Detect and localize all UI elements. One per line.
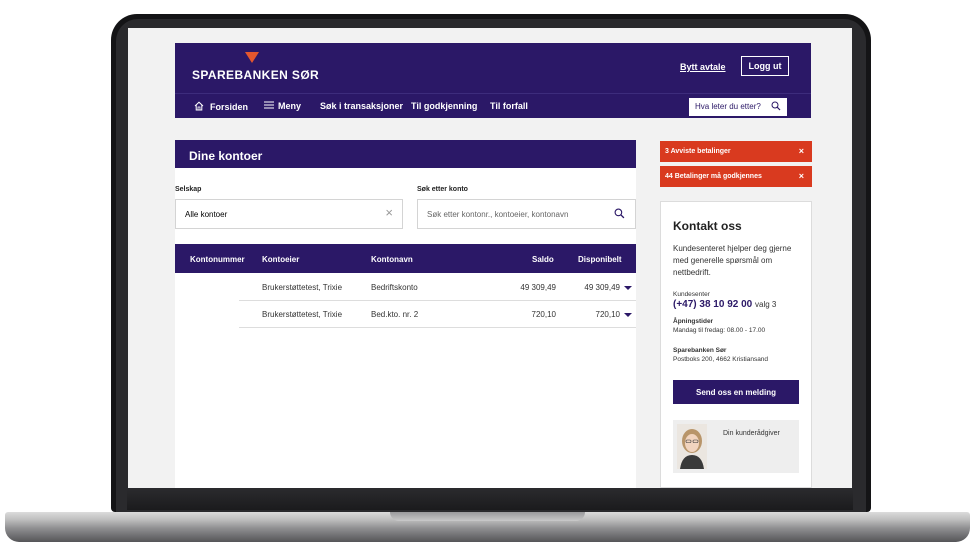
col-saldo[interactable]: Saldo	[532, 255, 554, 264]
hamburger-icon	[264, 101, 274, 109]
account-search-label: Søk etter konto	[417, 186, 468, 193]
nav-item-forsiden[interactable]: Forsiden	[194, 101, 248, 112]
laptop-chin	[127, 488, 853, 510]
cell-saldo: 720,10	[531, 310, 556, 319]
cell-kontoeier: Brukerstøttetest, Trixie	[262, 283, 343, 292]
phone-value: (+47) 38 10 92 00	[673, 299, 753, 310]
table-row[interactable]: Brukerstøttetest, Trixie Bed.kto. nr. 2 …	[239, 301, 636, 328]
laptop-scene: SPAREBANKEN SØR Bytt avtale Logg ut Fors…	[0, 0, 975, 559]
logo[interactable]: SPAREBANKEN SØR	[192, 68, 319, 82]
page-title: Dine kontoer	[175, 140, 636, 168]
hours-label: Åpningstider	[673, 318, 714, 325]
account-search-input[interactable]: Søk etter kontonr., kontoeier, kontonavn	[417, 199, 636, 229]
nav-label: Forsiden	[210, 102, 249, 112]
nav-item-meny[interactable]: Meny	[264, 101, 301, 111]
cell-disponibelt-value: 49 309,49	[584, 283, 620, 292]
contact-title: Kontakt oss	[673, 219, 742, 233]
close-icon[interactable]: ×	[799, 171, 804, 181]
nav-item-sok-transaksjoner[interactable]: Søk i transaksjoner	[320, 101, 403, 111]
search-icon[interactable]	[771, 101, 781, 111]
nav-item-til-godkjenning[interactable]: Til godkjenning	[411, 101, 477, 111]
phone-number[interactable]: (+47) 38 10 92 00 valg 3	[673, 299, 776, 310]
global-search-placeholder: Hva leter du etter?	[695, 102, 761, 111]
alert-avviste-betalinger[interactable]: 3 Avviste betalinger ×	[660, 141, 812, 162]
selskap-label: Selskap	[175, 186, 202, 193]
global-search-input[interactable]: Hva leter du etter?	[689, 98, 787, 116]
nav-item-til-forfall[interactable]: Til forfall	[490, 101, 528, 111]
main-nav: Forsiden Meny Søk i transaksjoner Til go…	[175, 93, 811, 118]
clear-icon[interactable]: ×	[385, 206, 393, 219]
selskap-select[interactable]: Alle kontoer ×	[175, 199, 403, 229]
home-icon	[194, 101, 204, 111]
cell-kontonavn: Bed.kto. nr. 2	[371, 310, 419, 319]
advisor-card[interactable]: Din kunderådgiver	[673, 420, 799, 473]
cell-kontonavn: Bedriftskonto	[371, 283, 418, 292]
laptop-notch	[390, 512, 585, 521]
cell-disponibelt-value: 720,10	[595, 310, 620, 319]
selskap-value: Alle kontoer	[185, 210, 228, 219]
logout-button[interactable]: Logg ut	[741, 56, 789, 76]
logo-mark-icon	[245, 52, 259, 63]
table-row[interactable]: Brukerstøttetest, Trixie Bedriftskonto 4…	[239, 274, 636, 301]
cell-saldo: 49 309,49	[520, 283, 556, 292]
hours-value: Mandag til fredag: 08.00 - 17.00	[673, 327, 766, 334]
close-icon[interactable]: ×	[799, 146, 804, 156]
search-icon[interactable]	[614, 208, 625, 219]
address-value: Postboks 200, 4662 Kristiansand	[673, 356, 769, 363]
screen: SPAREBANKEN SØR Bytt avtale Logg ut Fors…	[128, 28, 852, 488]
nav-label: Meny	[278, 101, 302, 111]
cell-disponibelt[interactable]: 720,10	[596, 310, 632, 319]
col-kontonummer[interactable]: Kontonummer	[190, 255, 245, 264]
send-message-button[interactable]: Send oss en melding	[673, 380, 799, 404]
contact-intro: Kundesenteret hjelper deg gjerne med gen…	[673, 244, 792, 277]
alert-text: 3 Avviste betalinger	[665, 148, 731, 155]
address-name: Sparebanken Sør	[673, 347, 727, 354]
col-disponibelt[interactable]: Disponibelt	[578, 255, 622, 264]
bytt-avtale-link[interactable]: Bytt avtale	[680, 62, 726, 72]
phone-suffix: valg 3	[755, 300, 777, 309]
kundesenter-label: Kundesenter	[673, 291, 710, 298]
cell-disponibelt[interactable]: 49 309,49	[584, 283, 632, 292]
advisor-label: Din kunderådgiver	[723, 430, 780, 437]
accounts-panel: Dine kontoer Selskap Alle kontoer × Søk …	[175, 140, 636, 488]
table-header: Kontonummer Kontoeier Kontonavn Saldo Di…	[175, 244, 636, 273]
alert-text: 44 Betalinger må godkjennes	[665, 173, 762, 180]
site-header: SPAREBANKEN SØR Bytt avtale Logg ut	[175, 43, 811, 93]
col-kontonavn[interactable]: Kontonavn	[371, 255, 413, 264]
chevron-down-icon[interactable]	[624, 312, 632, 317]
chevron-down-icon[interactable]	[624, 285, 632, 290]
contact-panel: Kontakt oss Kundesenteret hjelper deg gj…	[660, 201, 812, 488]
cell-kontoeier: Brukerstøttetest, Trixie	[262, 310, 343, 319]
col-kontoeier[interactable]: Kontoeier	[262, 255, 299, 264]
alert-betalinger-godkjennes[interactable]: 44 Betalinger må godkjennes ×	[660, 166, 812, 187]
avatar	[677, 424, 707, 469]
account-search-placeholder: Søk etter kontonr., kontoeier, kontonavn	[427, 210, 569, 219]
